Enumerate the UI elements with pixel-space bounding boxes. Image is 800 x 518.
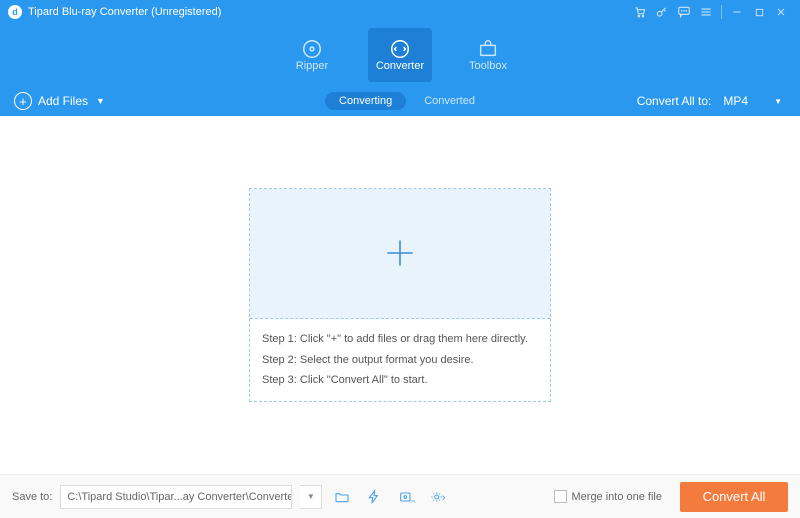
- tab-ripper-label: Ripper: [296, 60, 328, 72]
- tab-ripper[interactable]: Ripper: [280, 28, 344, 82]
- key-icon[interactable]: [651, 0, 673, 24]
- step-2: Step 2: Select the output format you des…: [262, 350, 538, 371]
- step-1: Step 1: Click "+" to add files or drag t…: [262, 329, 538, 350]
- save-path-input[interactable]: C:\Tipard Studio\Tipar...ay Converter\Co…: [60, 485, 292, 509]
- svg-text:ON: ON: [410, 498, 416, 503]
- app-logo-icon: d: [8, 5, 22, 19]
- add-files-dropzone[interactable]: [250, 189, 550, 319]
- titlebar: d Tipard Blu-ray Converter (Unregistered…: [0, 0, 800, 24]
- menu-icon[interactable]: [695, 0, 717, 24]
- footer: Save to: C:\Tipard Studio\Tipar...ay Con…: [0, 474, 800, 518]
- convert-all-to-label: Convert All to:: [637, 94, 712, 108]
- open-folder-icon[interactable]: [330, 485, 354, 509]
- save-path-dropdown[interactable]: ▼: [300, 485, 322, 509]
- subtab-converted[interactable]: Converted: [424, 95, 475, 107]
- merge-checkbox[interactable]: Merge into one file: [554, 490, 663, 503]
- minimize-icon[interactable]: [726, 0, 748, 24]
- instructions: Step 1: Click "+" to add files or drag t…: [250, 319, 550, 402]
- output-format-select[interactable]: MP4 ▼: [719, 92, 786, 110]
- high-speed-icon[interactable]: ON: [394, 485, 418, 509]
- tab-toolbox[interactable]: Toolbox: [456, 28, 520, 82]
- output-format-value: MP4: [723, 94, 748, 108]
- convert-all-button[interactable]: Convert All: [680, 482, 788, 512]
- hardware-accel-icon[interactable]: [362, 485, 386, 509]
- step-3: Step 3: Click "Convert All" to start.: [262, 370, 538, 391]
- merge-label: Merge into one file: [572, 491, 663, 503]
- save-to-label: Save to:: [12, 491, 52, 503]
- tab-toolbox-label: Toolbox: [469, 60, 507, 72]
- top-nav: Ripper Converter Toolbox: [0, 24, 800, 86]
- chevron-down-icon: ▼: [96, 96, 105, 106]
- dropzone: Step 1: Click "+" to add files or drag t…: [249, 188, 551, 403]
- checkbox-icon: [554, 490, 567, 503]
- feedback-icon[interactable]: [673, 0, 695, 24]
- tab-converter[interactable]: Converter: [368, 28, 432, 82]
- cart-icon[interactable]: [629, 0, 651, 24]
- settings-icon[interactable]: [426, 485, 450, 509]
- add-files-button[interactable]: + Add Files ▼: [14, 92, 105, 110]
- close-icon[interactable]: [770, 0, 792, 24]
- chevron-down-icon: ▼: [774, 97, 782, 106]
- plus-circle-icon: +: [14, 92, 32, 110]
- add-files-label: Add Files: [38, 94, 88, 108]
- subtab-converting[interactable]: Converting: [325, 92, 406, 110]
- workspace: Step 1: Click "+" to add files or drag t…: [0, 116, 800, 474]
- titlebar-divider: [721, 5, 722, 19]
- app-title: Tipard Blu-ray Converter (Unregistered): [28, 6, 221, 18]
- toolbar: + Add Files ▼ Converting Converted Conve…: [0, 86, 800, 116]
- tab-converter-label: Converter: [376, 60, 424, 72]
- maximize-icon[interactable]: [748, 0, 770, 24]
